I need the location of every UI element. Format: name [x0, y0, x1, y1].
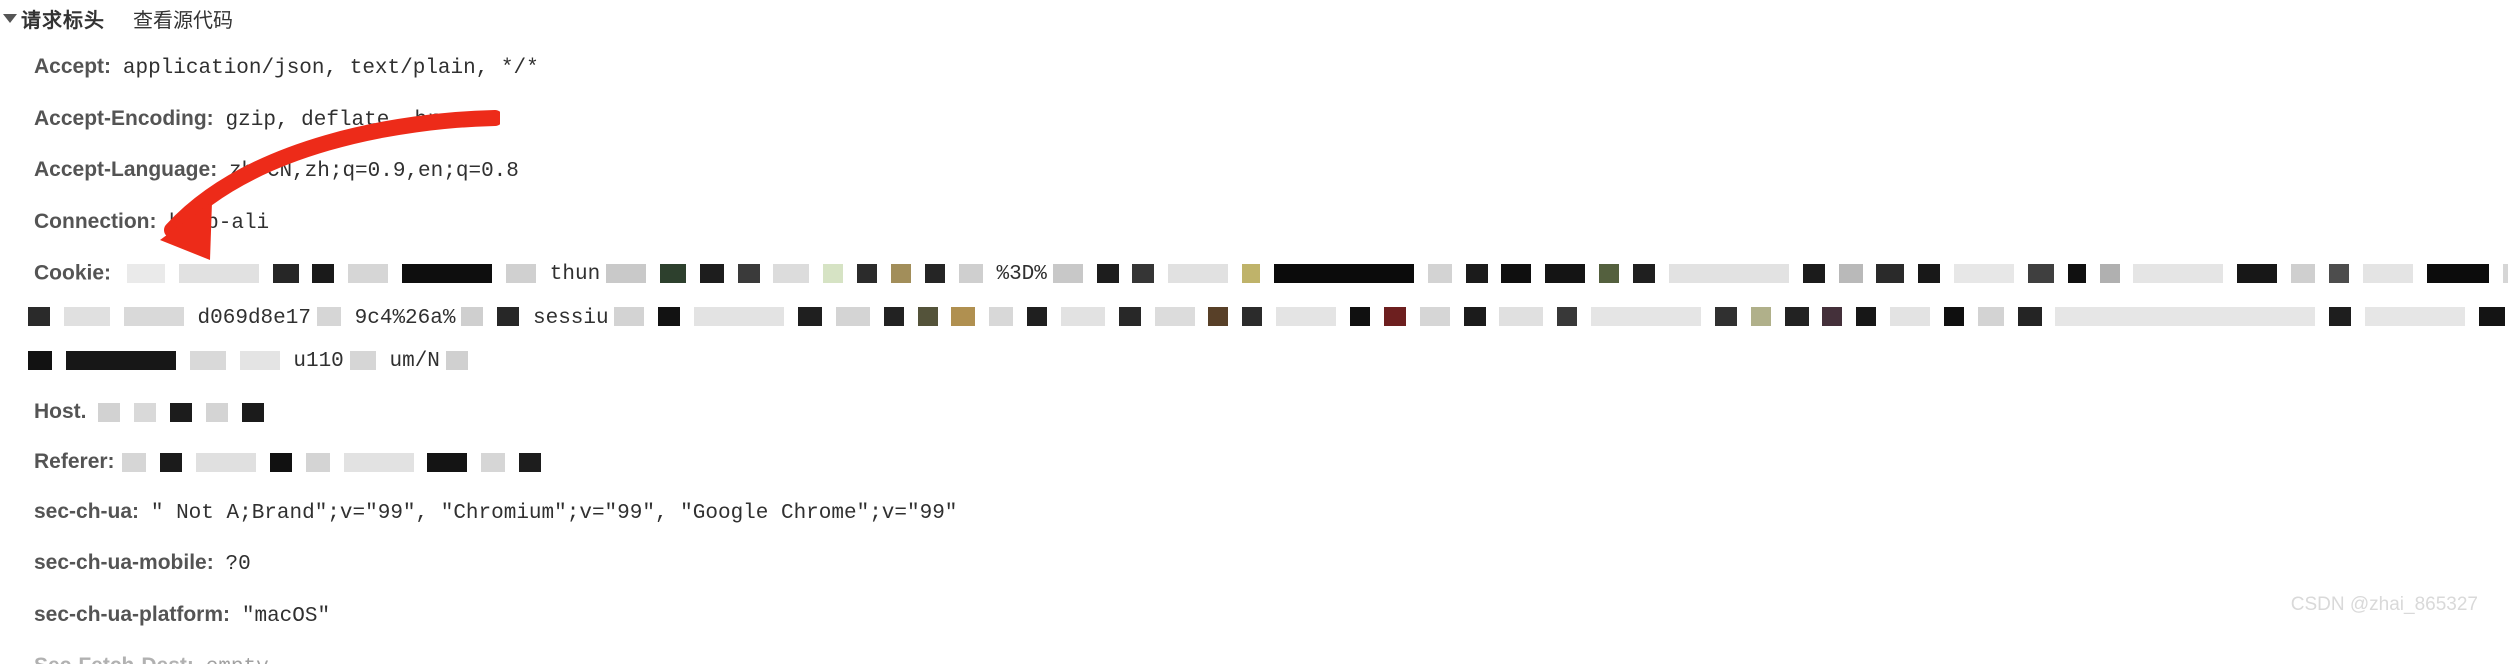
cookie-fragment: sessiu: [533, 307, 609, 330]
header-row-sec-ch-ua-platform: sec-ch-ua-platform: "macOS": [34, 599, 2508, 633]
header-name: Cookie:: [34, 261, 111, 284]
expand-toggle[interactable]: 请求标头: [3, 4, 105, 33]
cookie-fragment: u110: [293, 350, 343, 373]
header-name: sec-ch-ua-platform:: [34, 603, 230, 626]
header-name: sec-ch-ua-mobile:: [34, 551, 214, 574]
cookie-continuation-2: u110 um/N: [28, 344, 2508, 378]
redacted-cookie-line-2: d069d8e17 9c4%26a% sessiu: [28, 301, 2508, 335]
header-row-accept-encoding: Accept-Encoding: gzip, deflate, br: [34, 103, 2508, 137]
header-name: Accept-Language:: [34, 158, 217, 181]
header-name: Connection:: [34, 210, 156, 233]
redacted-cookie-line-3: u110 um/N: [28, 344, 476, 378]
redacted-referer-value: [122, 446, 549, 478]
header-row-cookie: Cookie: thun %3D%: [34, 257, 2508, 291]
request-headers-section-header[interactable]: 请求标头 查看源代码: [0, 4, 2508, 33]
header-value: gzip, deflate, br: [226, 109, 440, 132]
cookie-fragment: %3D%: [996, 263, 1046, 286]
triangle-down-icon: [3, 14, 17, 23]
redacted-cookie-line-1: thun %3D%: [127, 257, 2508, 291]
cookie-fragment: d069d8e17: [198, 307, 311, 330]
header-row-accept: Accept: application/json, text/plain, */…: [34, 51, 2508, 85]
header-row-connection: Connection: keep-ali: [34, 206, 2508, 240]
header-row-accept-language: Accept-Language: zh-CN,zh;q=0.9,en;q=0.8: [34, 154, 2508, 188]
header-row-referer: Referer:: [34, 446, 2508, 478]
header-name: Host.: [34, 400, 87, 423]
header-value: zh-CN,zh;q=0.9,en;q=0.8: [229, 160, 519, 183]
header-name: sec-ch-ua:: [34, 500, 139, 523]
header-row-sec-ch-ua-mobile: sec-ch-ua-mobile: ?0: [34, 547, 2508, 581]
header-name: Referer:: [34, 450, 115, 473]
header-row-sec-fetch-dest: Sec-Fetch-Dest: empty: [34, 650, 2508, 664]
watermark: CSDN @zhai_865327: [2291, 594, 2478, 616]
headers-list: Accept: application/json, text/plain, */…: [0, 51, 2508, 664]
header-value: keep-ali: [168, 212, 269, 235]
cookie-fragment: um/N: [389, 350, 439, 373]
header-value: " Not A;Brand";v="99", "Chromium";v="99"…: [151, 502, 958, 525]
redacted-host-value: [98, 396, 271, 428]
header-row-sec-ch-ua: sec-ch-ua: " Not A;Brand";v="99", "Chrom…: [34, 496, 2508, 530]
header-name: Accept:: [34, 55, 111, 78]
header-value: empty: [206, 656, 269, 664]
section-title: 请求标头: [21, 4, 105, 33]
header-name: Accept-Encoding:: [34, 107, 214, 130]
header-row-host: Host.: [34, 396, 2508, 428]
header-value: application/json, text/plain, */*: [123, 57, 539, 80]
view-source-link[interactable]: 查看源代码: [133, 4, 233, 33]
header-name: Sec-Fetch-Dest:: [34, 654, 194, 664]
header-value: "macOS": [242, 605, 330, 628]
cookie-fragment: thun: [550, 263, 600, 286]
header-value: ?0: [226, 553, 251, 576]
cookie-fragment: 9c4%26a%: [355, 307, 456, 330]
cookie-continuation-1: d069d8e17 9c4%26a% sessiu: [28, 301, 2508, 335]
